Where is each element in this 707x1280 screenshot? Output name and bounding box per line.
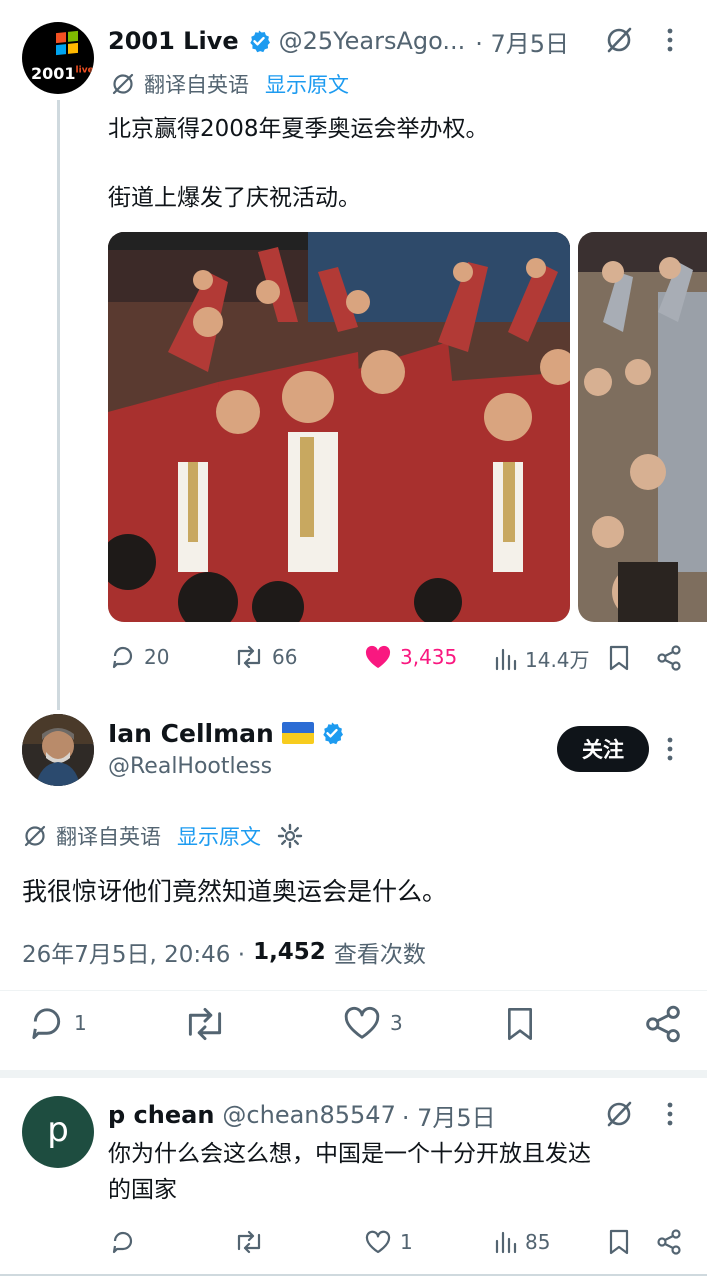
views-button[interactable]: 85 bbox=[493, 1229, 550, 1255]
reply-icon bbox=[112, 646, 133, 669]
avatar-letter: p bbox=[47, 1110, 69, 1150]
translate-icon bbox=[112, 73, 134, 95]
show-original-link[interactable]: 显示原文 bbox=[265, 69, 349, 99]
author-name[interactable]: Ian Cellman bbox=[108, 719, 274, 748]
avatar-logo-text: 2001 bbox=[31, 64, 76, 83]
author-handle[interactable]: @RealHootless bbox=[108, 754, 272, 779]
bottom-divider bbox=[0, 1274, 707, 1276]
author-name[interactable]: 2001 Live bbox=[108, 27, 239, 55]
heart-icon bbox=[365, 1230, 391, 1254]
reply-button[interactable]: 1 bbox=[28, 1004, 87, 1042]
heart-icon bbox=[344, 1006, 380, 1039]
reply-button[interactable]: 20 bbox=[110, 644, 169, 670]
share-icon[interactable] bbox=[656, 645, 682, 671]
like-button[interactable]: 3 bbox=[342, 1004, 403, 1042]
like-count: 3 bbox=[390, 1011, 403, 1035]
views-chart-icon bbox=[495, 648, 517, 670]
view-count: 1,452 bbox=[253, 939, 326, 965]
views-count: 14.4万 bbox=[525, 648, 590, 672]
bookmark-icon[interactable] bbox=[607, 1229, 631, 1255]
reply-icon bbox=[32, 1008, 61, 1040]
retweet-count: 66 bbox=[272, 645, 298, 669]
translate-label: 翻译自英语 bbox=[144, 73, 249, 97]
views-count: 85 bbox=[525, 1230, 551, 1254]
section-separator bbox=[0, 1070, 707, 1078]
grok-icon[interactable] bbox=[604, 1099, 634, 1129]
bookmark-icon[interactable] bbox=[504, 1005, 536, 1043]
gear-icon[interactable] bbox=[277, 823, 303, 849]
author-handle[interactable]: @25YearsAgo... bbox=[279, 27, 466, 55]
like-button[interactable]: 1 bbox=[364, 1229, 413, 1255]
view-label: 查看次数 bbox=[333, 942, 426, 968]
windows-logo-icon bbox=[56, 30, 78, 56]
like-count: 1 bbox=[400, 1230, 413, 1254]
verified-badge-icon bbox=[323, 722, 343, 745]
avatar-ian-cellman[interactable] bbox=[22, 714, 94, 786]
avatar-logo-sup: live bbox=[75, 65, 94, 76]
tweet-text-line1: 你为什么会这么想，中国是一个十分开放且发达 bbox=[108, 1141, 591, 1167]
tweet-text-line2: 的国家 bbox=[108, 1177, 177, 1203]
tweet-text-line1: 北京赢得2008年夏季奥运会举办权。 bbox=[108, 116, 489, 142]
views-chart-icon bbox=[495, 1231, 517, 1254]
show-original-link[interactable]: 显示原文 bbox=[177, 821, 261, 851]
views-button[interactable]: 14.4万 bbox=[493, 644, 590, 673]
tweet-timestamp[interactable]: 26年7月5日, 20:46 · bbox=[22, 935, 245, 969]
author-handle[interactable]: @chean85547 bbox=[222, 1101, 395, 1129]
avatar-p-chean[interactable]: p bbox=[22, 1096, 94, 1168]
avatar-2001live[interactable]: 2001live bbox=[22, 22, 94, 94]
heart-filled-icon bbox=[365, 645, 391, 668]
retweet-button[interactable]: 66 bbox=[234, 644, 297, 670]
more-options-icon[interactable] bbox=[660, 1101, 680, 1127]
bookmark-icon[interactable] bbox=[607, 645, 631, 671]
tweet-text-line2: 街道上爆发了庆祝活动。 bbox=[108, 185, 361, 211]
tweet-photo-1[interactable] bbox=[108, 232, 570, 622]
verified-badge-icon bbox=[249, 30, 270, 53]
like-count: 3,435 bbox=[400, 645, 458, 669]
divider bbox=[0, 990, 707, 991]
share-icon[interactable] bbox=[656, 1229, 682, 1255]
translate-label: 翻译自英语 bbox=[56, 825, 161, 849]
author-name[interactable]: p chean bbox=[108, 1101, 214, 1129]
tweet-photo-2[interactable] bbox=[578, 232, 707, 622]
ukraine-flag-icon bbox=[281, 722, 314, 744]
reply-count: 1 bbox=[74, 1011, 87, 1035]
tweet-text: 我很惊讶他们竟然知道奥运会是什么。 bbox=[22, 877, 448, 906]
reply-count: 20 bbox=[144, 645, 170, 669]
tweet-date[interactable]: · 7月5日 bbox=[475, 24, 569, 59]
follow-button[interactable]: 关注 bbox=[557, 726, 649, 772]
like-button[interactable]: 3,435 bbox=[364, 644, 457, 670]
translate-icon bbox=[24, 825, 46, 847]
share-icon[interactable] bbox=[644, 1005, 682, 1043]
follow-label: 关注 bbox=[582, 738, 624, 762]
retweet-icon[interactable] bbox=[183, 1005, 227, 1043]
retweet-icon bbox=[237, 645, 261, 669]
more-options-icon[interactable] bbox=[660, 736, 680, 762]
reply-icon[interactable] bbox=[110, 1229, 136, 1255]
tweet-date[interactable]: · 7月5日 bbox=[402, 1098, 496, 1133]
thread-line bbox=[57, 100, 60, 710]
retweet-icon[interactable] bbox=[234, 1229, 264, 1255]
more-options-icon[interactable] bbox=[660, 27, 680, 53]
grok-icon[interactable] bbox=[604, 25, 634, 55]
